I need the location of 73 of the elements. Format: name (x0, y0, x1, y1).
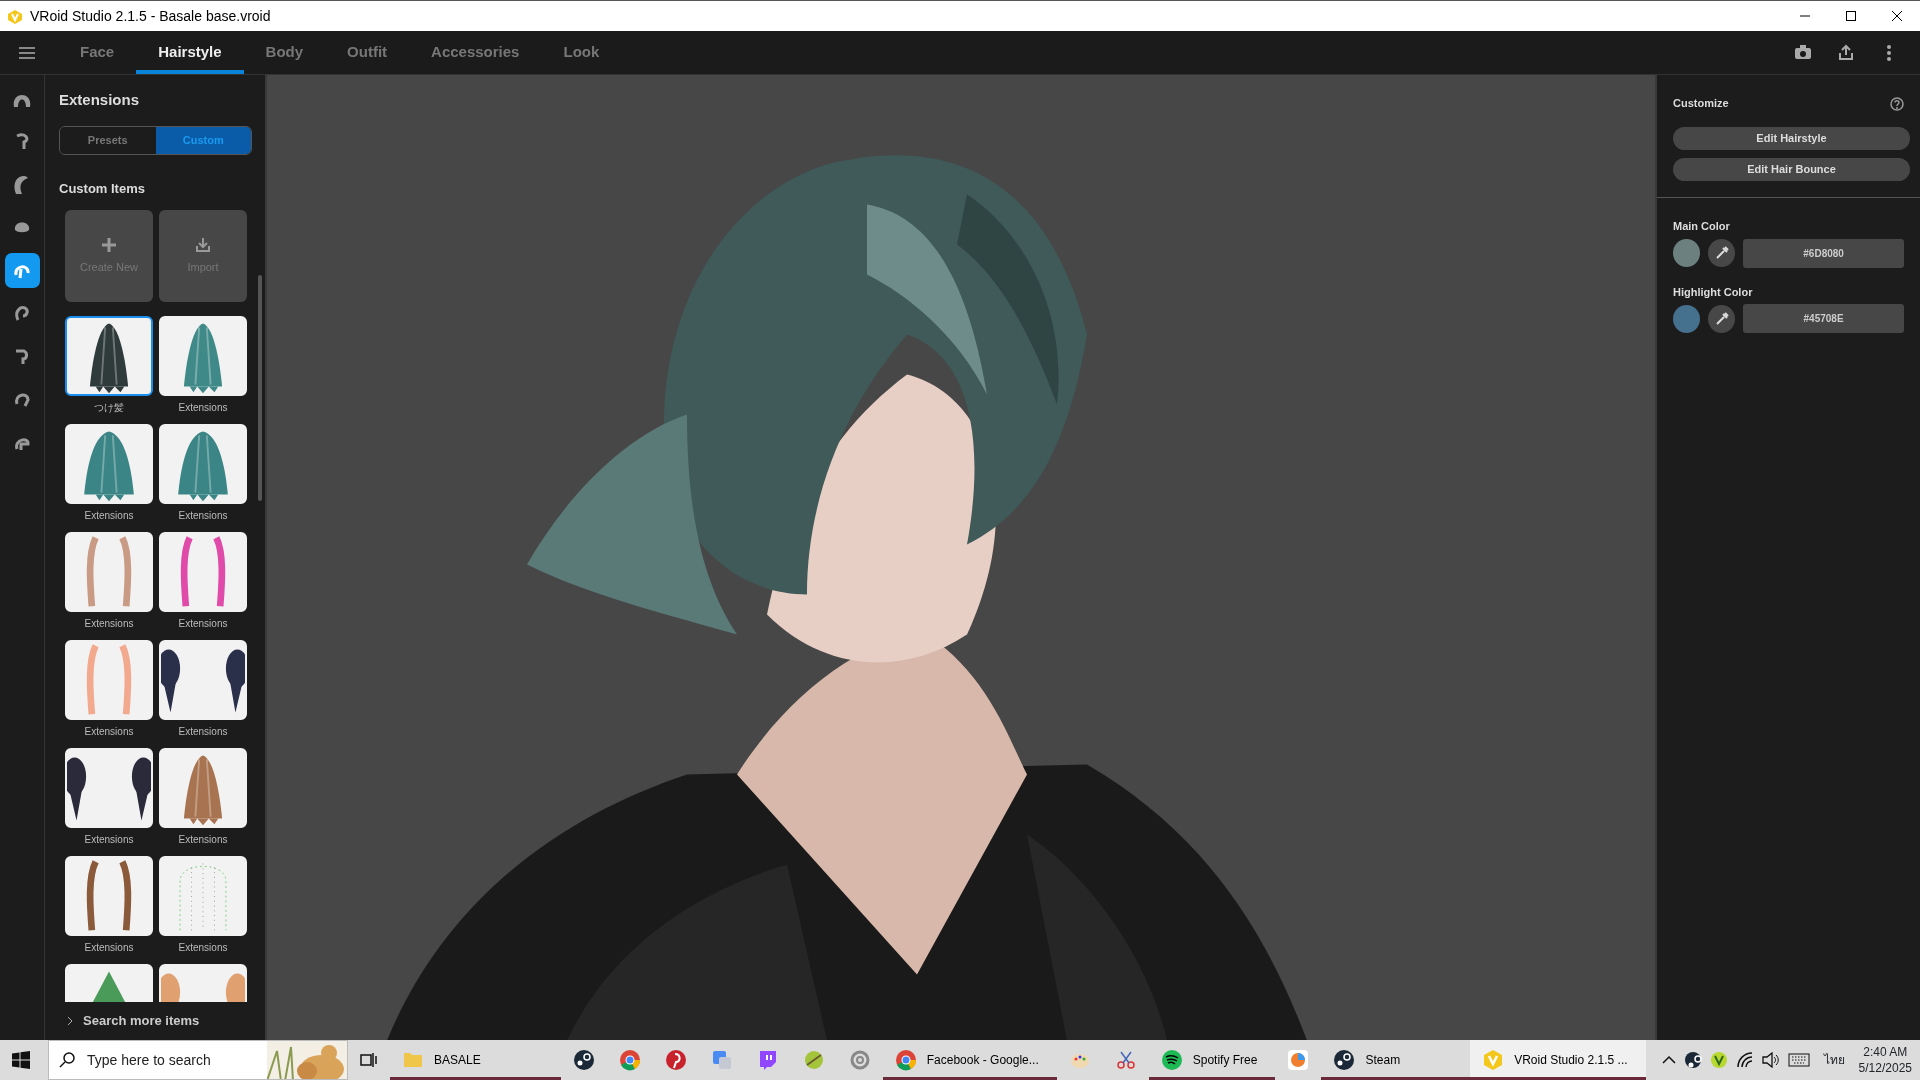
menu-icon (19, 46, 35, 59)
wifi-icon[interactable] (1735, 1052, 1754, 1068)
panel-title: Extensions (59, 90, 141, 110)
tab[interactable]: Accessories (409, 31, 542, 74)
search-bar[interactable]: Type here to search (48, 1040, 348, 1080)
color-swatch[interactable] (1673, 304, 1701, 333)
category-button[interactable] (4, 253, 40, 288)
app-icon (802, 1049, 825, 1071)
item-label: Extensions (177, 509, 229, 523)
search-icon (59, 1052, 75, 1068)
color-label: Highlight Color (1673, 284, 1754, 300)
app-icon (848, 1049, 871, 1071)
app-icon (664, 1049, 687, 1071)
section-title: Custom Items (59, 179, 146, 198)
scrollbar[interactable] (258, 275, 262, 501)
eyedropper-icon[interactable] (1714, 246, 1729, 260)
start-icon[interactable] (12, 1051, 30, 1069)
taskbar-button[interactable]: Facebook - Google... (882, 1040, 1057, 1080)
volume-icon[interactable] (1761, 1052, 1780, 1068)
language-indicator[interactable]: ไทย (1823, 1051, 1845, 1069)
item-label: Extensions (177, 725, 229, 739)
taskbar-button[interactable]: BASALE (390, 1040, 561, 1080)
chevron-icon (67, 1016, 73, 1026)
tab[interactable]: Face (58, 31, 137, 74)
item-label: Extensions (83, 833, 135, 847)
app-icon (1287, 1049, 1310, 1071)
item-label: Extensions (83, 725, 135, 739)
color-swatch[interactable] (1673, 239, 1701, 267)
item-label: Extensions (83, 509, 135, 523)
browser-icon (894, 1049, 917, 1071)
task-view-icon[interactable] (360, 1052, 378, 1068)
browser-icon (618, 1049, 641, 1071)
hex-field[interactable]: #45708E (1743, 304, 1904, 333)
chevron-icon[interactable] (1661, 1055, 1676, 1065)
edit-button[interactable]: Edit Hairstyle (1673, 127, 1910, 150)
item-label: Extensions (177, 941, 229, 955)
download-icon (195, 236, 211, 253)
plus-icon (101, 236, 117, 253)
item-label: Extensions (83, 941, 135, 955)
tab[interactable]: Look (541, 31, 622, 74)
camera-icon[interactable] (1793, 44, 1812, 61)
item-label: つけ髪 (93, 401, 125, 415)
item-label: Extensions (177, 833, 229, 847)
app-icon (1333, 1049, 1356, 1071)
keyboard-icon[interactable] (1787, 1053, 1810, 1067)
app-icon (1160, 1049, 1183, 1071)
clock-time[interactable]: 2:40 AM (1858, 1044, 1912, 1060)
app-icon (572, 1049, 595, 1071)
app-logo-icon (1482, 1049, 1505, 1071)
maximize-icon (1845, 10, 1857, 22)
item-label: Extensions (83, 617, 135, 631)
app-icon[interactable] (1683, 1051, 1702, 1069)
eyedropper-icon[interactable] (1714, 311, 1729, 326)
help-icon[interactable] (1890, 96, 1904, 111)
app-logo-icon (8, 9, 22, 24)
item-label: Extensions (177, 617, 229, 631)
taskbar-button[interactable]: VRoid Studio 2.1.5 ... (1470, 1040, 1646, 1080)
panel-title: Customize (1673, 95, 1729, 111)
search-more-link[interactable]: Search more items (83, 1011, 200, 1031)
close-icon (1891, 10, 1903, 22)
scissors-icon (1114, 1049, 1137, 1071)
color-label: Main Color (1673, 219, 1731, 234)
item-label: Extensions (177, 401, 229, 415)
share-icon[interactable] (1836, 44, 1855, 61)
taskbar-button[interactable]: Spotify Free (1148, 1040, 1276, 1080)
clock-date[interactable]: 5/12/2025 (1858, 1060, 1912, 1076)
tab[interactable]: Outfit (325, 31, 410, 74)
window-title: VRoid Studio 2.1.5 - Basale base.vroid (30, 6, 271, 26)
hex-field[interactable]: #6D8080 (1743, 238, 1904, 268)
app-icon (710, 1049, 733, 1071)
search-field[interactable]: Type here to search (85, 1048, 245, 1072)
edit-button[interactable]: Edit Hair Bounce (1673, 158, 1910, 181)
tab[interactable]: Body (243, 31, 326, 74)
